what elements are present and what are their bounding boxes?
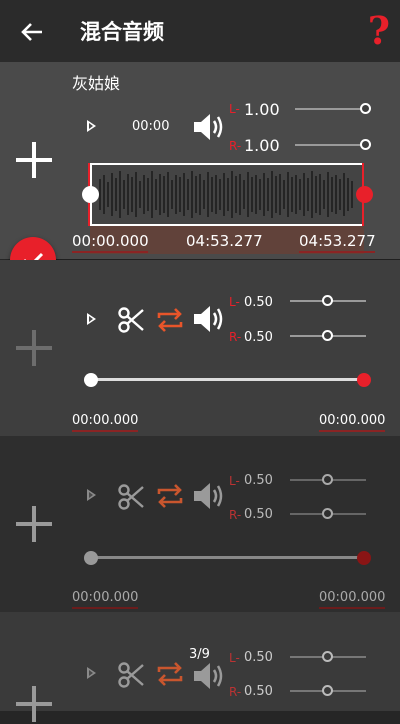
add-icon[interactable]: [14, 140, 54, 180]
play-icon[interactable]: [87, 489, 96, 501]
left-volume-knob[interactable]: [322, 474, 333, 485]
end-handle[interactable]: [357, 551, 371, 565]
track-3: [0, 436, 400, 612]
loop-icon[interactable]: [154, 304, 186, 336]
end-handle[interactable]: [357, 373, 371, 387]
start-underline: [72, 430, 138, 432]
right-channel-label: R-: [229, 508, 242, 522]
start-underline: [72, 251, 148, 253]
loop-icon[interactable]: [154, 658, 186, 690]
start-handle[interactable]: [84, 551, 98, 565]
right-channel-value: 0.50: [244, 684, 273, 699]
left-channel-label: L-: [229, 651, 240, 665]
page-title: 混合音频: [80, 20, 164, 44]
start-time[interactable]: 00:00.000: [72, 590, 138, 605]
end-handle[interactable]: [356, 186, 373, 203]
volume-icon[interactable]: [192, 111, 226, 143]
left-volume-knob[interactable]: [360, 103, 371, 114]
end-underline: [299, 251, 375, 253]
play-time: 00:00: [132, 119, 170, 134]
add-icon[interactable]: [14, 684, 54, 724]
left-volume-knob[interactable]: [322, 651, 333, 662]
end-time[interactable]: 04:53.277: [299, 232, 376, 250]
add-icon[interactable]: [14, 504, 54, 544]
start-handle[interactable]: [82, 186, 99, 203]
end-underline: [319, 430, 385, 432]
right-volume-slider[interactable]: [295, 144, 367, 146]
top-bar: [0, 0, 400, 62]
back-arrow-icon[interactable]: [18, 18, 46, 46]
left-channel-value: 0.50: [244, 473, 273, 488]
volume-icon[interactable]: [192, 480, 226, 512]
play-icon[interactable]: [87, 313, 96, 325]
left-volume-knob[interactable]: [322, 295, 333, 306]
start-time[interactable]: 00:00.000: [72, 232, 149, 250]
right-volume-knob[interactable]: [322, 330, 333, 341]
scissors-icon[interactable]: [117, 306, 145, 334]
add-icon[interactable]: [14, 328, 54, 368]
right-channel-label: R-: [229, 330, 242, 344]
duration-time: 04:53.277: [186, 232, 263, 250]
right-volume-knob[interactable]: [360, 139, 371, 150]
volume-icon[interactable]: [192, 660, 226, 692]
right-channel-label: R-: [229, 685, 242, 699]
trim-bar[interactable]: [91, 556, 364, 559]
left-channel-value: 1.00: [244, 100, 280, 119]
end-underline: [319, 607, 385, 609]
end-time[interactable]: 00:00.000: [319, 413, 385, 428]
loop-icon[interactable]: [154, 480, 186, 512]
right-channel-value: 0.50: [244, 507, 273, 522]
right-channel-label: R-: [229, 139, 242, 153]
scissors-icon[interactable]: [117, 661, 145, 689]
left-channel-value: 0.50: [244, 650, 273, 665]
play-icon[interactable]: [87, 667, 96, 679]
left-volume-slider[interactable]: [295, 108, 367, 110]
track-2: [0, 260, 400, 436]
left-channel-label: L-: [229, 474, 240, 488]
help-icon[interactable]: ?: [368, 8, 390, 53]
track-name: 灰姑娘: [72, 74, 121, 93]
right-channel-value: 0.50: [244, 330, 273, 345]
volume-icon[interactable]: [192, 303, 226, 335]
right-volume-knob[interactable]: [322, 508, 333, 519]
start-time[interactable]: 00:00.000: [72, 413, 138, 428]
waveform-graphic: [99, 171, 353, 218]
left-channel-label: L-: [229, 295, 240, 309]
right-channel-value: 1.00: [244, 136, 280, 155]
start-handle[interactable]: [84, 373, 98, 387]
waveform[interactable]: [90, 163, 364, 226]
end-time[interactable]: 00:00.000: [319, 590, 385, 605]
start-underline: [72, 607, 138, 609]
play-icon[interactable]: [87, 120, 96, 132]
trim-bar[interactable]: [91, 378, 364, 381]
left-channel-label: L-: [229, 102, 240, 116]
scissors-icon[interactable]: [117, 483, 145, 511]
right-volume-knob[interactable]: [322, 685, 333, 696]
left-channel-value: 0.50: [244, 295, 273, 310]
